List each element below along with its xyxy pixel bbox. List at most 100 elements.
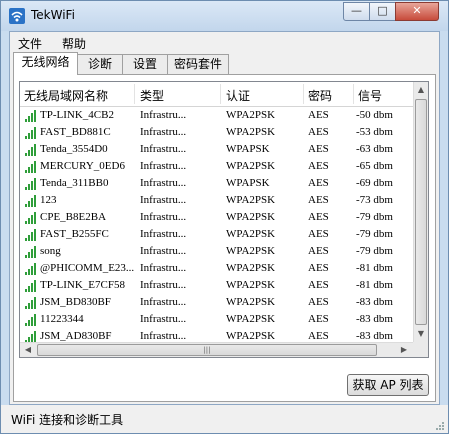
column-header-auth[interactable]: 认证 [226,87,250,104]
get-ap-list-button[interactable]: 获取 AP 列表 [347,374,429,396]
scroll-right-icon[interactable]: ▶ [396,343,412,357]
column-header-cipher[interactable]: 密码 [308,87,332,104]
column-divider[interactable] [303,84,304,104]
cell-ssid: MERCURY_0ED6 [40,160,125,172]
window-title: TekWiFi [31,8,75,22]
cell-cipher: AES [308,194,329,206]
cell-type: Infrastru... [140,262,187,274]
status-text: WiFi 连接和诊断工具 [11,413,124,427]
tab-cipher-suites[interactable]: 密码套件 [167,54,229,74]
table-row[interactable]: Tenda_3554D0 Infrastru... WPAPSK AES -63 dbm [20,141,413,158]
cell-type: Infrastru... [140,143,187,155]
signal-strength-icon [25,212,36,224]
column-divider[interactable] [353,84,354,104]
cell-signal: -79 dbm [356,211,393,223]
cell-signal: -83 dbm [356,313,393,325]
network-list[interactable]: 无线局域网名称 类型 认证 密码 信号 TP-LINK_4CB2 Infrastr… [19,81,429,358]
tab-wireless-networks[interactable]: 无线网络 [13,52,78,75]
cell-auth: WPA2PSK [226,296,276,308]
cell-signal: -79 dbm [356,245,393,257]
cell-signal: -73 dbm [356,194,393,206]
scroll-up-icon[interactable]: ▲ [414,82,428,98]
client-area: 文件 帮助 无线网络 诊断 设置 密码套件 无线局域网名称 类型 认证 密码 信… [9,31,440,405]
cell-ssid: 11223344 [40,313,84,325]
column-header-ssid[interactable]: 无线局域网名称 [24,87,108,104]
wifi-app-icon [9,8,25,24]
cell-type: Infrastru... [140,211,187,223]
table-row[interactable]: 11223344 Infrastru... WPA2PSK AES -83 dbm [20,311,413,328]
signal-strength-icon [25,110,36,122]
network-rows: TP-LINK_4CB2 Infrastru... WPA2PSK AES -50 db… [20,107,413,342]
scroll-down-icon[interactable]: ▼ [414,326,428,342]
cell-ssid: @PHICOMM_E23... [40,262,135,274]
table-row[interactable]: JSM_AD830BF Infrastru... WPA2PSK AES -83 dbm [20,328,413,342]
table-row[interactable]: FAST_B255FC Infrastru... WPA2PSK AES -79 dbm [20,226,413,243]
menu-file[interactable]: 文件 [18,35,42,52]
menu-help[interactable]: 帮助 [62,35,86,52]
scroll-left-icon[interactable]: ◀ [20,343,36,357]
cell-type: Infrastru... [140,296,187,308]
cell-auth: WPAPSK [226,177,270,189]
cell-cipher: AES [308,330,329,342]
cell-cipher: AES [308,160,329,172]
signal-strength-icon [25,229,36,241]
cell-signal: -83 dbm [356,330,393,342]
cell-type: Infrastru... [140,313,187,325]
cell-ssid: Tenda_311BB0 [40,177,109,189]
table-row[interactable]: TP-LINK_E7CF58 Infrastru... WPA2PSK AES -81 … [20,277,413,294]
table-row[interactable]: FAST_BD881C Infrastru... WPA2PSK AES -53 dbm [20,124,413,141]
vertical-scrollbar[interactable]: ▲ ▼ [413,82,428,342]
cell-signal: -83 dbm [356,296,393,308]
cell-auth: WPA2PSK [226,126,276,138]
cell-auth: WPA2PSK [226,279,276,291]
table-row[interactable]: CPE_B8E2BA Infrastru... WPA2PSK AES -79 dbm [20,209,413,226]
table-row[interactable]: JSM_BD830BF Infrastru... WPA2PSK AES -83 dbm [20,294,413,311]
cell-auth: WPA2PSK [226,160,276,172]
vertical-scroll-thumb[interactable] [415,99,427,325]
cell-type: Infrastru... [140,245,187,257]
cell-cipher: AES [308,177,329,189]
close-button[interactable]: ✕ [395,2,439,21]
table-row[interactable]: Tenda_311BB0 Infrastru... WPAPSK AES -69 dbm [20,175,413,192]
minimize-button[interactable]: — [343,2,370,21]
title-bar[interactable]: TekWiFi — □ ✕ [1,1,448,31]
cell-ssid: TP-LINK_E7CF58 [40,279,125,291]
cell-auth: WPAPSK [226,143,270,155]
cell-cipher: AES [308,296,329,308]
column-divider[interactable] [134,84,135,104]
table-row[interactable]: song Infrastru... WPA2PSK AES -79 dbm [20,243,413,260]
cell-ssid: TP-LINK_4CB2 [40,109,114,121]
table-row[interactable]: 123 Infrastru... WPA2PSK AES -73 dbm [20,192,413,209]
list-header: 无线局域网名称 类型 认证 密码 信号 [20,82,413,107]
table-row[interactable]: MERCURY_0ED6 Infrastru... WPA2PSK AES -65 db… [20,158,413,175]
maximize-button[interactable]: □ [369,2,396,21]
column-divider[interactable] [220,84,221,104]
column-header-signal[interactable]: 信号 [358,87,382,104]
tab-settings[interactable]: 设置 [122,54,168,74]
cell-ssid: 123 [40,194,57,206]
cell-cipher: AES [308,228,329,240]
resize-grip-icon[interactable] [434,420,444,430]
cell-type: Infrastru... [140,177,187,189]
signal-strength-icon [25,314,36,326]
horizontal-scrollbar[interactable]: ◀ ||| ▶ [20,342,413,357]
tab-diagnostics[interactable]: 诊断 [77,54,123,74]
cell-cipher: AES [308,279,329,291]
table-row[interactable]: TP-LINK_4CB2 Infrastru... WPA2PSK AES -50 db… [20,107,413,124]
cell-ssid: FAST_BD881C [40,126,111,138]
cell-cipher: AES [308,126,329,138]
column-header-type[interactable]: 类型 [140,87,164,104]
signal-strength-icon [25,161,36,173]
cell-ssid: Tenda_3554D0 [40,143,108,155]
table-row[interactable]: @PHICOMM_E23... Infrastru... WPA2PSK AES -81… [20,260,413,277]
menu-bar: 文件 帮助 [10,32,439,52]
cell-cipher: AES [308,143,329,155]
signal-strength-icon [25,178,36,190]
app-window: TekWiFi — □ ✕ 文件 帮助 无线网络 诊断 设置 密码套件 无线局域… [0,0,449,434]
cell-type: Infrastru... [140,126,187,138]
cell-type: Infrastru... [140,279,187,291]
signal-strength-icon [25,331,36,342]
cell-type: Infrastru... [140,109,187,121]
horizontal-scroll-thumb[interactable]: ||| [37,344,377,356]
signal-strength-icon [25,195,36,207]
